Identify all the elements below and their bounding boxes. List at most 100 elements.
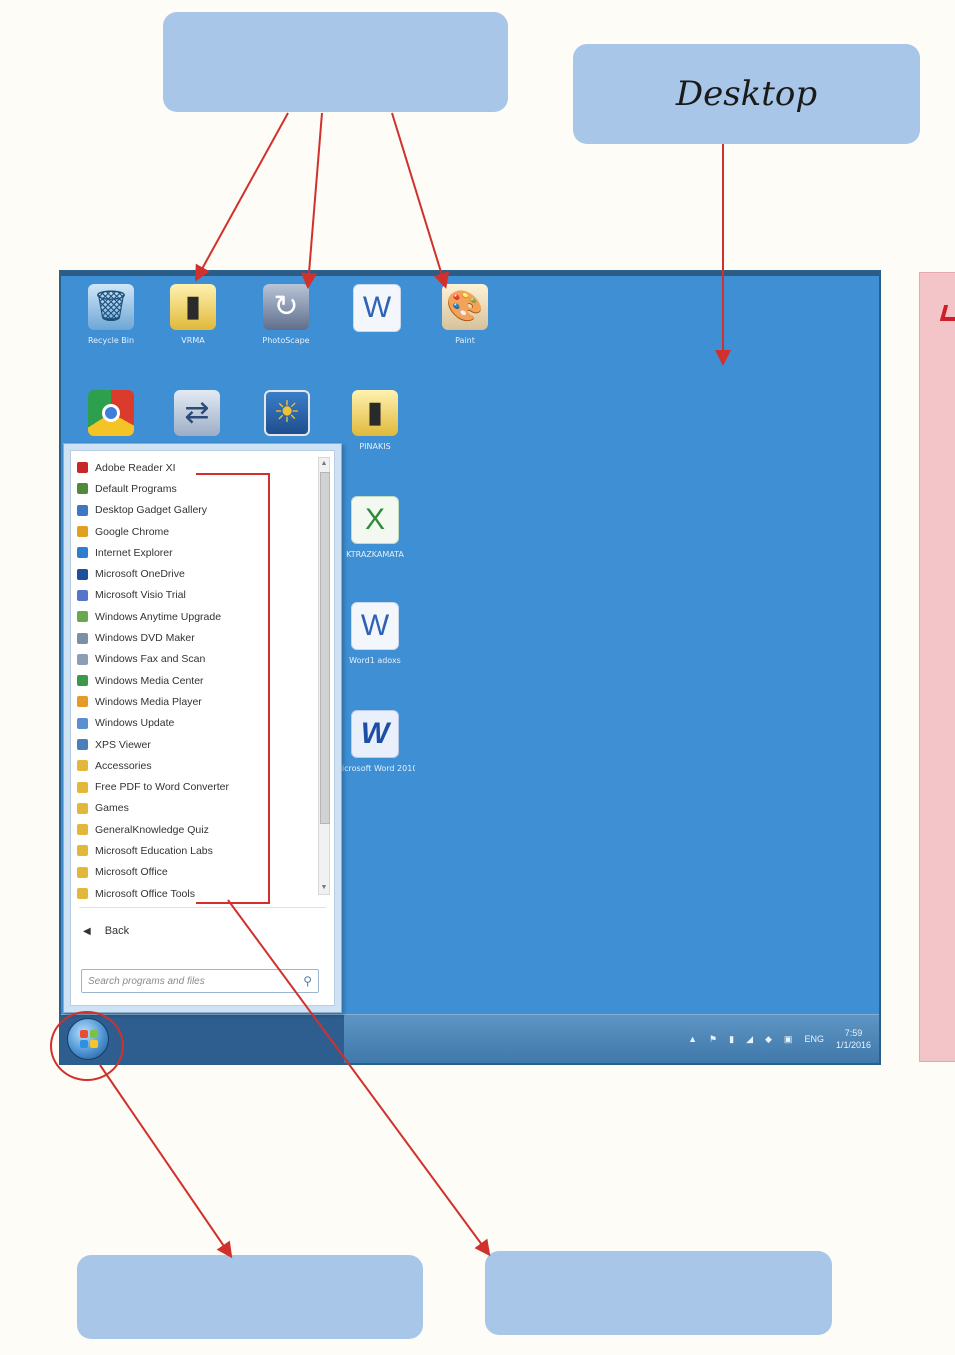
desktop-icon-excel-document[interactable]: X KTRAZKAMATA xyxy=(335,496,415,559)
program-icon xyxy=(77,760,88,772)
tray-shield-icon[interactable]: ◆ xyxy=(765,1034,772,1045)
desktop-icon-recycle-bin[interactable]: 🗑 Recycle Bin xyxy=(71,284,151,345)
system-tray: ▲ ⚑ ▮ ◢ ◆ ▣ ENG 7:59 1/1/2016 xyxy=(688,1015,871,1063)
program-item[interactable]: Windows Media Player xyxy=(71,691,316,712)
desktop-icon-photoscape[interactable]: ↻ PhotoScape xyxy=(246,284,326,345)
program-label: Microsoft Visio Trial xyxy=(95,589,186,602)
program-icon xyxy=(77,717,88,729)
arrow-to-start-callout xyxy=(99,1064,233,1259)
program-label: GeneralKnowledge Quiz xyxy=(95,823,209,836)
search-placeholder: Search programs and files xyxy=(88,975,205,987)
program-label: Windows Anytime Upgrade xyxy=(95,610,222,623)
clock-date: 1/1/2016 xyxy=(835,1040,871,1050)
tray-network-icon[interactable]: ▮ xyxy=(729,1034,734,1045)
program-icon xyxy=(77,781,88,793)
program-list-scrollbar[interactable]: ▲ ▼ xyxy=(318,457,330,895)
search-input[interactable]: Search programs and files ⚲ xyxy=(81,969,319,993)
desktop-icon-picture[interactable]: ☀ xyxy=(247,390,327,442)
program-label: Microsoft Education Labs xyxy=(95,844,213,857)
program-icon xyxy=(77,589,88,601)
program-icon xyxy=(77,675,88,687)
chrome-icon xyxy=(88,390,134,436)
program-item[interactable]: Desktop Gadget Gallery xyxy=(71,500,316,521)
program-item[interactable]: Windows Update xyxy=(71,713,316,734)
program-label: Free PDF to Word Converter xyxy=(95,781,230,794)
scroll-up-icon[interactable]: ▲ xyxy=(319,458,329,470)
desktop-icon-label: Microsoft Word 2010 xyxy=(335,764,415,773)
program-label: XPS Viewer xyxy=(95,738,151,751)
arrow-to-photoscape-icon xyxy=(300,112,323,289)
program-item[interactable]: Free PDF to Word Converter xyxy=(71,776,316,797)
program-icon xyxy=(77,888,88,900)
start-menu: Adobe Reader XI Default Programs Desktop G… xyxy=(63,443,342,1013)
program-item[interactable]: Windows Anytime Upgrade xyxy=(71,606,316,627)
tray-volume-icon[interactable]: ◢ xyxy=(746,1034,753,1045)
program-icon xyxy=(77,462,88,474)
desktop-icon-label: Word1 adoxs xyxy=(349,656,401,665)
desktop-icon-word-2010[interactable]: W Microsoft Word 2010 xyxy=(335,710,415,773)
desktop-icon-word-document[interactable]: W xyxy=(337,284,417,338)
language-indicator[interactable]: ENG xyxy=(804,1034,824,1044)
tray-monitor-icon[interactable]: ▣ xyxy=(784,1034,793,1045)
desktop-icon-pinakis[interactable]: ▮ PINAKIS xyxy=(335,390,415,451)
program-item[interactable]: Accessories xyxy=(71,755,316,776)
back-arrow-icon: ◀ xyxy=(83,925,91,937)
program-label: Windows Media Player xyxy=(95,695,202,708)
back-label: Back xyxy=(104,925,130,937)
desktop-icon-label: PhotoScape xyxy=(262,336,310,345)
scroll-thumb[interactable] xyxy=(320,472,330,824)
program-item[interactable]: Games xyxy=(71,798,316,819)
callout-box-desktop-icons xyxy=(163,12,508,112)
program-item[interactable]: Windows Media Center xyxy=(71,670,316,691)
desktop-icon-word-document-2[interactable]: W Word1 adoxs xyxy=(335,602,415,665)
desktop-icon-vrma[interactable]: ▮ VRMA xyxy=(153,284,233,345)
start-menu-panel: Adobe Reader XI Default Programs Desktop G… xyxy=(70,450,335,1006)
search-icon[interactable]: ⚲ xyxy=(303,974,312,988)
program-icon xyxy=(77,611,88,623)
desktop-icon-label: Paint xyxy=(455,336,475,345)
program-label: Microsoft Office Tools xyxy=(95,887,195,900)
program-item[interactable]: Internet Explorer xyxy=(71,542,316,563)
folder-icon: ▮ xyxy=(170,284,216,330)
program-item[interactable]: XPS Viewer xyxy=(71,734,316,755)
word-document-icon: W xyxy=(353,284,401,332)
program-item[interactable]: Default Programs xyxy=(71,478,316,499)
program-item[interactable]: Microsoft Visio Trial xyxy=(71,585,316,606)
paint-icon: 🎨 xyxy=(442,284,488,330)
program-item[interactable]: Windows Fax and Scan xyxy=(71,649,316,670)
recycle-bin-icon: 🗑 xyxy=(88,284,134,330)
program-label: Microsoft OneDrive xyxy=(95,568,185,581)
desktop-icon-label: KTRAZKAMATA xyxy=(346,550,404,559)
desktop-icon-paint[interactable]: 🎨 Paint xyxy=(425,284,505,345)
program-item[interactable]: Microsoft Office Tools xyxy=(71,883,316,904)
program-item[interactable]: Microsoft Office xyxy=(71,862,316,883)
program-item[interactable]: Windows DVD Maker xyxy=(71,627,316,648)
program-label: Windows DVD Maker xyxy=(95,632,195,645)
program-label: Windows Update xyxy=(95,717,175,730)
checkmark-icon xyxy=(939,305,955,321)
picture-icon: ☀ xyxy=(264,390,310,436)
program-label: Microsoft Office xyxy=(95,866,168,879)
program-list: Adobe Reader XI Default Programs Desktop G… xyxy=(71,457,316,904)
program-item[interactable]: Microsoft OneDrive xyxy=(71,563,316,584)
callout-box-desktop: Desktop xyxy=(573,44,920,144)
program-icon xyxy=(77,547,88,559)
back-button[interactable]: ◀ Back xyxy=(83,925,129,937)
network-icon: ⇄ xyxy=(174,390,220,436)
desktop-icon-chrome[interactable] xyxy=(71,390,151,442)
program-item[interactable]: GeneralKnowledge Quiz xyxy=(71,819,316,840)
program-icon xyxy=(77,866,88,878)
clock[interactable]: 7:59 1/1/2016 xyxy=(836,1027,871,1051)
program-icon xyxy=(77,845,88,857)
tray-up-arrow-icon[interactable]: ▲ xyxy=(688,1034,697,1044)
program-icon xyxy=(77,504,88,516)
program-icon xyxy=(77,568,88,580)
tray-flag-icon[interactable]: ⚑ xyxy=(709,1034,717,1045)
program-item[interactable]: Google Chrome xyxy=(71,521,316,542)
program-item[interactable]: Microsoft Education Labs xyxy=(71,840,316,861)
program-item[interactable]: Adobe Reader XI xyxy=(71,457,316,478)
scroll-down-icon[interactable]: ▼ xyxy=(319,882,329,894)
program-label: Default Programs xyxy=(95,482,177,495)
desktop-icon-network[interactable]: ⇄ xyxy=(157,390,237,442)
program-icon xyxy=(77,483,88,495)
